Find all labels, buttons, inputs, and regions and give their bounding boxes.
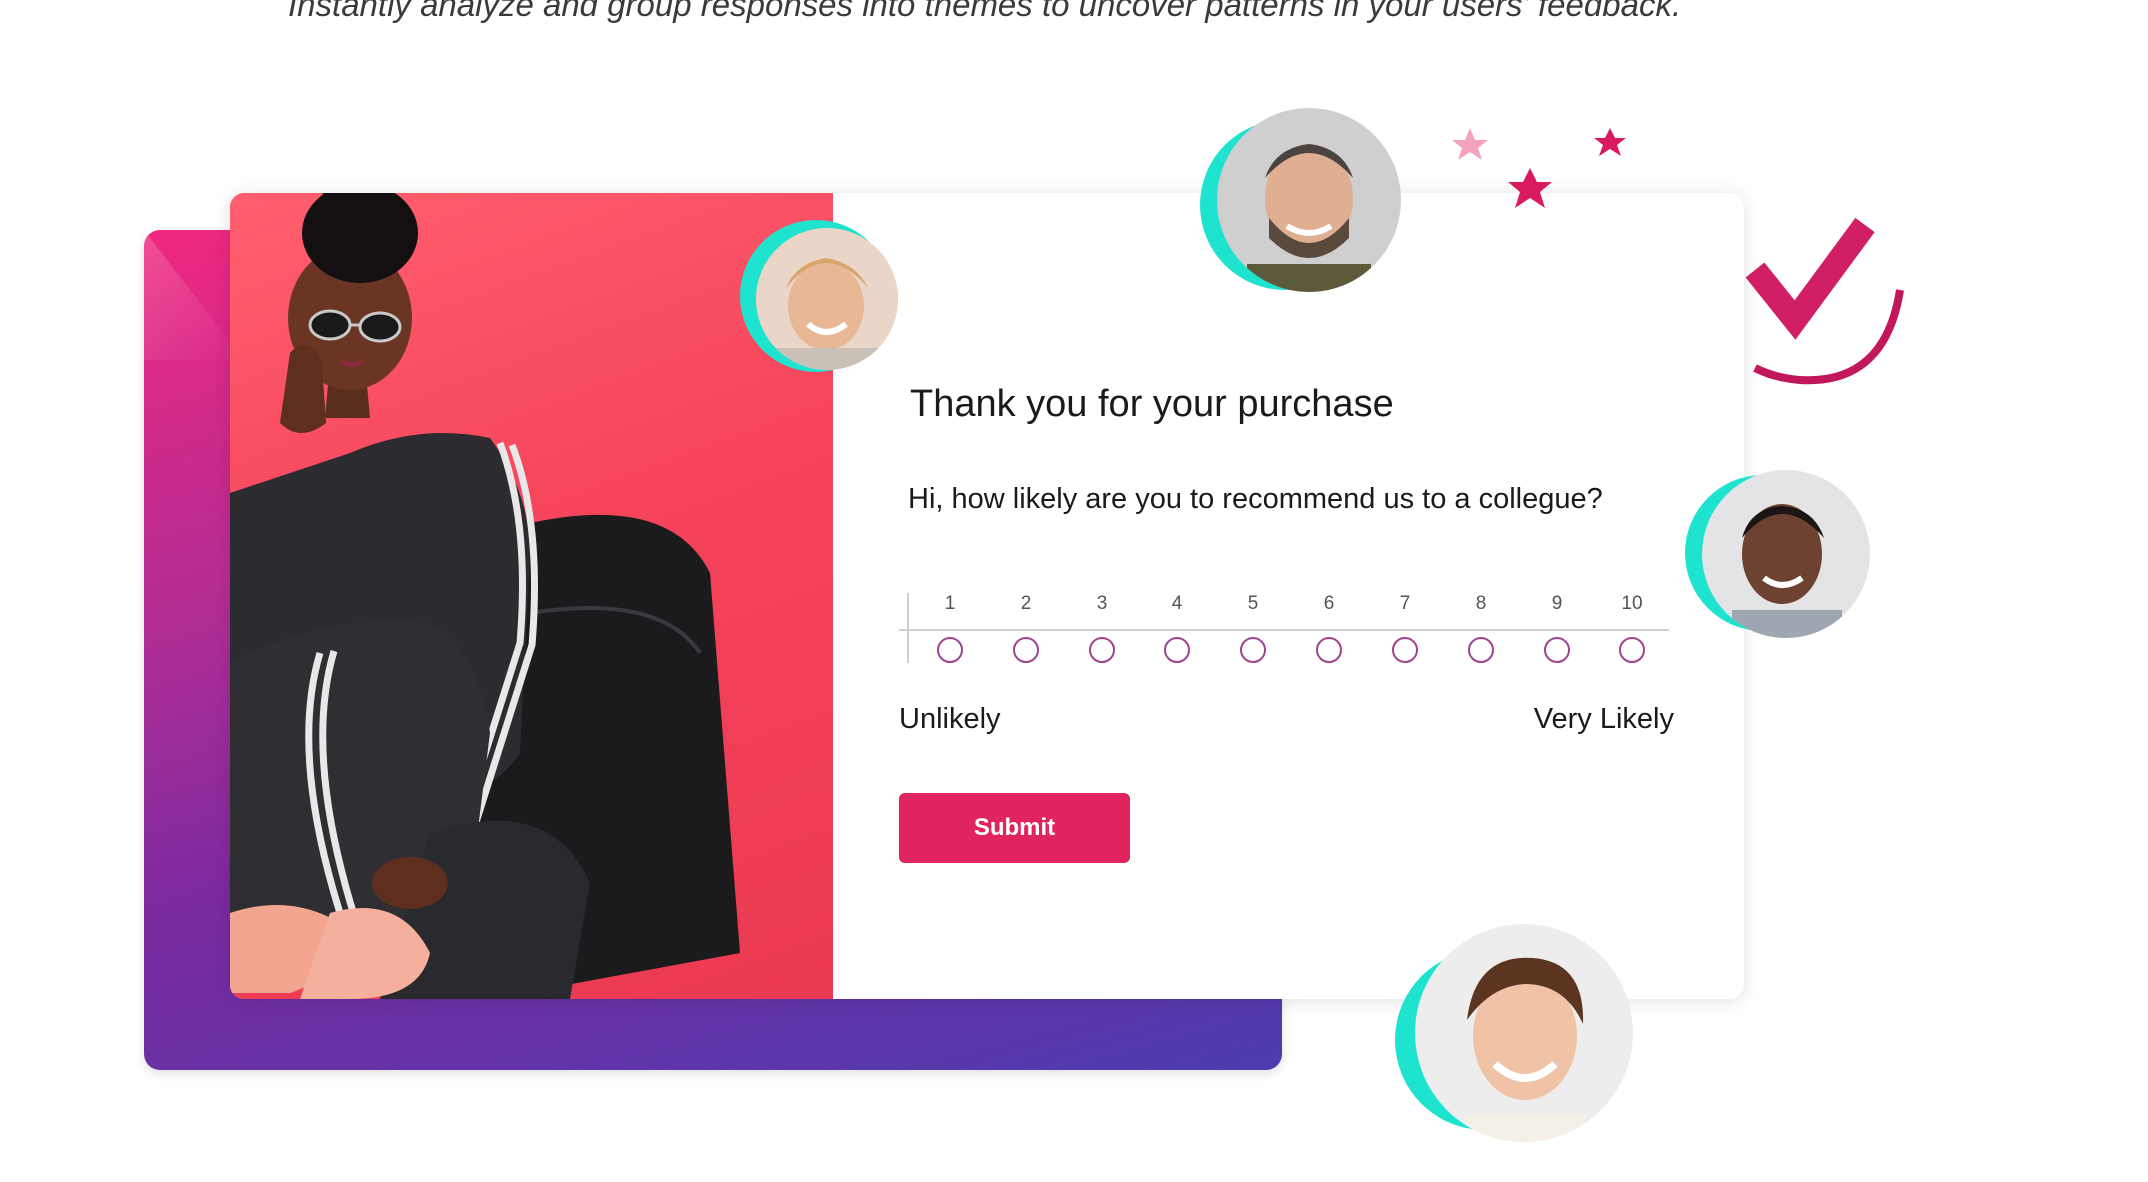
rating-radio-1[interactable] xyxy=(937,637,963,663)
avatar-smiling-man xyxy=(740,220,900,380)
scale-number: 10 xyxy=(1621,593,1643,614)
rating-radio-2[interactable] xyxy=(1013,637,1039,663)
rating-radio-8[interactable] xyxy=(1468,637,1494,663)
page-headline: Instantly analyze and group responses in… xyxy=(288,0,1682,23)
checkmark-icon xyxy=(1745,217,1904,385)
survey-question: Hi, how likely are you to recommend us t… xyxy=(908,483,1603,515)
scale-number: 5 xyxy=(1247,593,1259,614)
scale-number: 4 xyxy=(1171,593,1183,614)
rating-radio-7[interactable] xyxy=(1392,637,1418,663)
scale-low-label: Unlikely xyxy=(899,703,1001,735)
star-icon xyxy=(1508,168,1552,208)
scale-number: 8 xyxy=(1475,593,1487,614)
scale-axis-vertical xyxy=(907,593,909,663)
survey-form: Thank you for your purchase Hi, how like… xyxy=(833,193,1744,999)
submit-button[interactable]: Submit xyxy=(899,793,1130,863)
survey-card: Thank you for your purchase Hi, how like… xyxy=(230,193,1744,999)
rating-radio-9[interactable] xyxy=(1544,637,1570,663)
stars-decoration xyxy=(1452,128,1626,208)
rating-scale: 1 2 3 4 5 6 7 8 9 10 xyxy=(899,593,1679,663)
scale-number: 7 xyxy=(1399,593,1411,614)
scale-number: 1 xyxy=(944,593,956,614)
scale-number: 9 xyxy=(1551,593,1563,614)
star-icon xyxy=(1594,128,1626,156)
rating-radio-10[interactable] xyxy=(1619,637,1645,663)
rating-radio-6[interactable] xyxy=(1316,637,1342,663)
rating-radio-3[interactable] xyxy=(1089,637,1115,663)
avatar-bearded-man xyxy=(1200,105,1410,292)
scale-high-label: Very Likely xyxy=(1533,703,1674,735)
survey-title: Thank you for your purchase xyxy=(910,383,1394,425)
star-icon xyxy=(1452,128,1488,160)
avatar-smiling-woman xyxy=(1395,920,1635,1150)
scale-number: 3 xyxy=(1096,593,1108,614)
avatar-woman-short-hair xyxy=(1685,470,1875,640)
scale-number: 2 xyxy=(1020,593,1032,614)
rating-radio-4[interactable] xyxy=(1164,637,1190,663)
envelope-flap xyxy=(144,230,244,360)
rating-radio-5[interactable] xyxy=(1240,637,1266,663)
scale-number: 6 xyxy=(1323,593,1335,614)
scale-axis-horizontal xyxy=(899,629,1669,631)
